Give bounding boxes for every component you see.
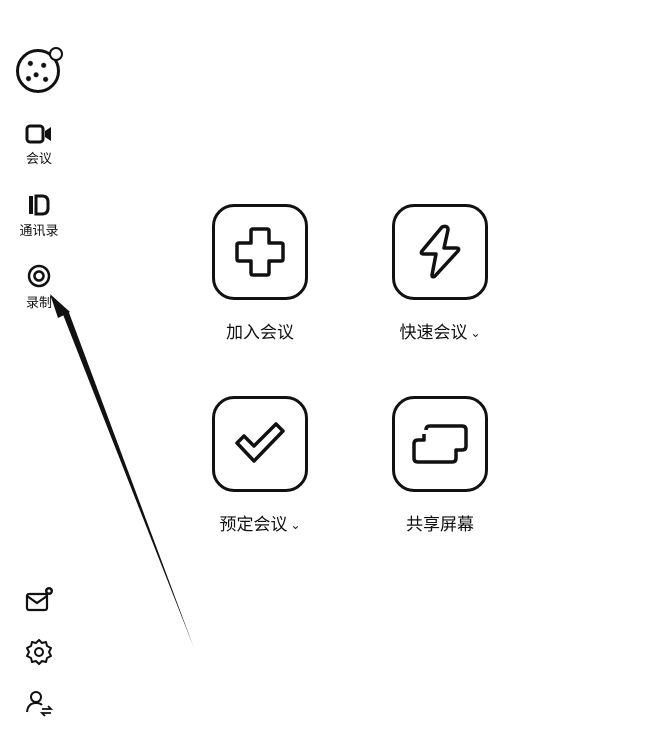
quick-meeting-label: 快速会议 ⌄ <box>399 323 481 343</box>
mail-icon[interactable] <box>24 586 54 616</box>
schedule-meeting-label: 预定会议 ⌄ <box>219 515 301 535</box>
gear-icon[interactable] <box>24 637 54 667</box>
video-camera-icon <box>25 124 51 144</box>
join-meeting-button[interactable]: 加入会议 <box>190 204 330 343</box>
contacts-icon <box>29 194 50 216</box>
share-screen-label: 共享屏幕 <box>406 515 474 535</box>
quick-meeting-button[interactable]: 快速会议 ⌄ <box>370 204 510 343</box>
schedule-meeting-tile[interactable] <box>212 396 308 492</box>
schedule-meeting-button[interactable]: 预定会议 ⌄ <box>190 396 330 535</box>
plus-icon <box>235 227 285 277</box>
user-switch-icon[interactable] <box>24 688 54 718</box>
share-screen-tile[interactable] <box>392 396 488 492</box>
join-meeting-label: 加入会议 <box>226 323 294 343</box>
check-icon <box>235 422 285 463</box>
lightning-icon <box>419 224 461 279</box>
screen-share-icon <box>412 424 468 464</box>
sidebar-item-label: 录制 <box>25 296 52 311</box>
sidebar: 会议 通讯录 录制 <box>0 0 80 741</box>
sidebar-item-meeting[interactable]: 会议 <box>0 124 78 167</box>
chevron-down-icon[interactable]: ⌄ <box>290 518 300 532</box>
record-icon <box>27 264 51 288</box>
share-screen-button[interactable]: 共享屏幕 <box>370 396 510 535</box>
sidebar-item-label: 通讯录 <box>19 224 59 239</box>
pointer-arrow-icon <box>50 294 194 648</box>
quick-meeting-tile[interactable] <box>392 204 488 300</box>
sidebar-item-recording[interactable]: 录制 <box>0 264 78 311</box>
avatar[interactable] <box>16 47 63 93</box>
avatar-badge-icon <box>49 47 63 61</box>
sidebar-item-contacts[interactable]: 通讯录 <box>0 194 78 239</box>
chevron-down-icon[interactable]: ⌄ <box>470 326 480 340</box>
sidebar-item-label: 会议 <box>25 152 52 167</box>
join-meeting-tile[interactable] <box>212 204 308 300</box>
